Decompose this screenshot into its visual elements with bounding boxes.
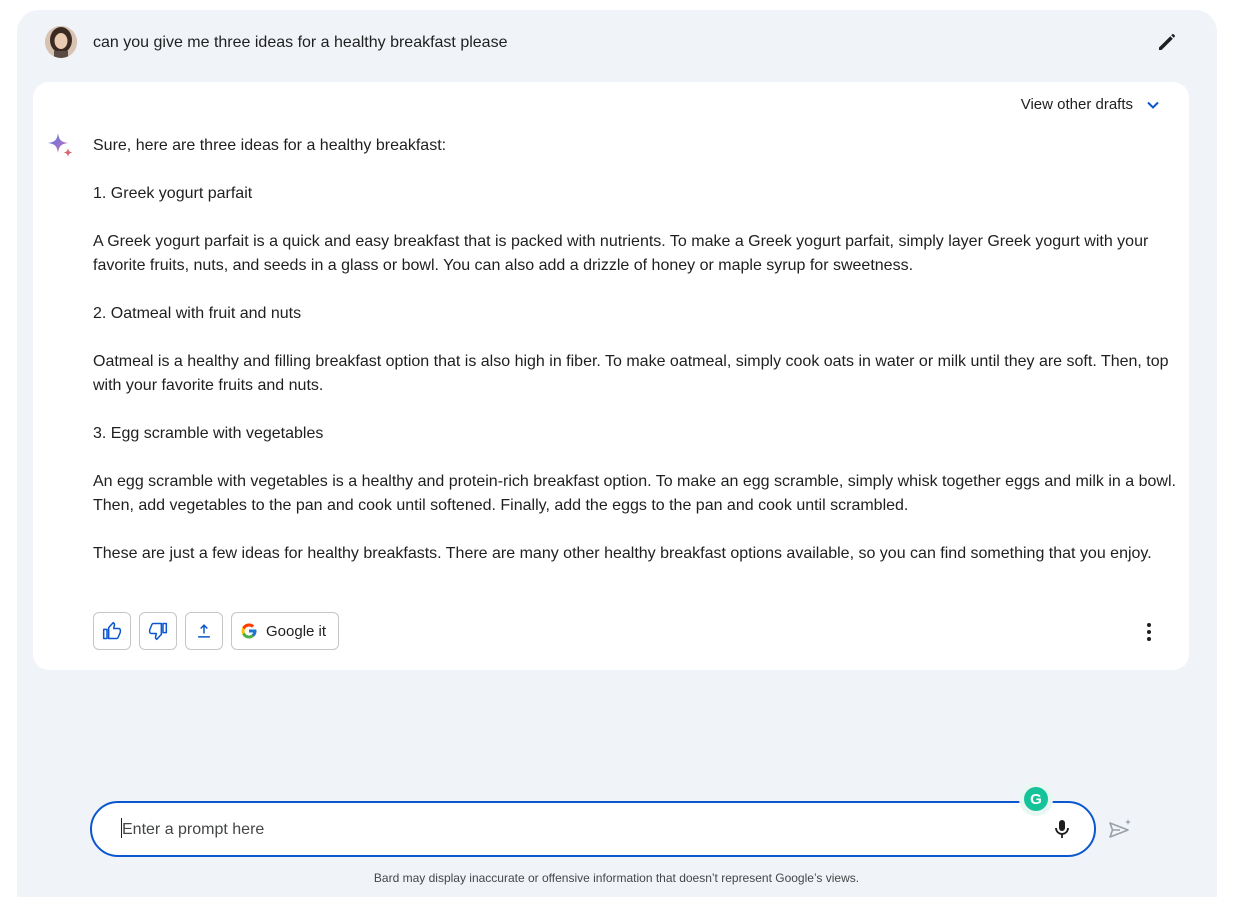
more-options-button[interactable] <box>1137 620 1161 644</box>
share-icon <box>198 624 210 638</box>
grammarly-icon: G <box>1024 787 1048 811</box>
share-button[interactable] <box>185 612 223 650</box>
idea-heading: 3. Egg scramble with vegetables <box>93 425 324 442</box>
thumbs-up-button[interactable] <box>93 612 131 650</box>
user-query-text: can you give me three ideas for a health… <box>93 34 508 51</box>
thumbs-up-icon <box>102 621 122 640</box>
view-drafts-label: View other drafts <box>1020 96 1133 113</box>
voice-input-button[interactable] <box>1050 817 1074 841</box>
conversation-panel: can you give me three ideas for a health… <box>17 10 1217 897</box>
chevron-down-icon <box>1147 101 1159 109</box>
pencil-icon <box>1159 34 1175 50</box>
prompt-box <box>90 801 1096 857</box>
prompt-input[interactable] <box>120 817 1024 843</box>
idea-body: Oatmeal is a healthy and filling breakfa… <box>93 353 1169 394</box>
response-text: Sure, here are three ideas for a healthy… <box>93 134 1183 590</box>
idea-body: A Greek yogurt parfait is a quick and ea… <box>93 233 1149 274</box>
text-caret <box>121 818 122 838</box>
response-card: View other drafts Sure, here are three i… <box>33 82 1189 670</box>
idea-heading: 2. Oatmeal with fruit and nuts <box>93 305 302 322</box>
response-outro: These are just a few ideas for healthy b… <box>93 545 1152 562</box>
idea-body: An egg scramble with vegetables is a hea… <box>93 473 1176 514</box>
view-other-drafts-button[interactable]: View other drafts <box>1021 96 1161 113</box>
microphone-icon <box>1055 820 1069 838</box>
user-query-row: can you give me three ideas for a health… <box>45 26 1185 60</box>
user-avatar <box>45 26 77 58</box>
more-vert-icon <box>1147 623 1151 641</box>
idea-heading: 1. Greek yogurt parfait <box>93 185 253 202</box>
response-intro: Sure, here are three ideas for a healthy… <box>93 137 447 154</box>
google-g-icon <box>241 623 257 639</box>
thumbs-down-icon <box>148 622 168 641</box>
send-icon <box>1109 819 1131 838</box>
grammarly-button[interactable]: G <box>1019 782 1053 816</box>
bard-sparkle-icon <box>48 133 73 157</box>
disclaimer-text: Bard may display inaccurate or offensive… <box>373 871 860 885</box>
send-button[interactable] <box>1107 817 1133 843</box>
google-it-label: Google it <box>266 622 327 640</box>
thumbs-down-button[interactable] <box>139 612 177 650</box>
edit-query-button[interactable] <box>1155 30 1179 54</box>
google-it-button[interactable]: Google it <box>231 612 340 650</box>
response-actions: Google it <box>93 612 340 650</box>
